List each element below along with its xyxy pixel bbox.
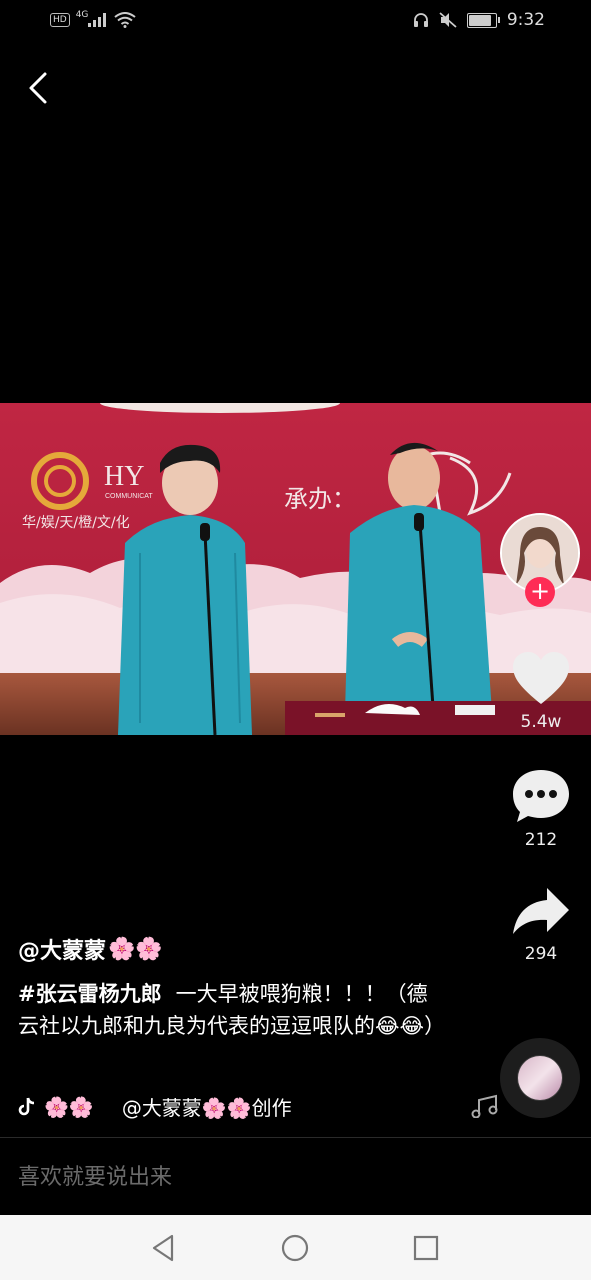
- share-icon: [513, 888, 569, 934]
- headphones-icon: [413, 13, 428, 27]
- comment-count: 212: [524, 830, 558, 850]
- signal-icon: [88, 13, 107, 27]
- hd-badge: HD: [50, 13, 70, 27]
- comment-button[interactable]: 212: [505, 768, 577, 850]
- music-prefix: 🌸🌸: [44, 1094, 94, 1119]
- back-button[interactable]: [20, 68, 60, 108]
- mute-icon: [439, 12, 457, 28]
- nav-back-icon[interactable]: [146, 1230, 182, 1266]
- share-button[interactable]: 294: [505, 884, 577, 964]
- like-button[interactable]: 5.4w: [505, 650, 577, 732]
- nav-home-icon[interactable]: [277, 1230, 313, 1266]
- music-disc-button[interactable]: [500, 1038, 580, 1118]
- comment-input[interactable]: [0, 1140, 591, 1214]
- hashtag-link[interactable]: #张云雷杨九郎: [18, 982, 162, 1006]
- author-flowers: 🌸🌸: [108, 936, 163, 962]
- heart-icon: [513, 652, 569, 704]
- music-title: @大蒙蒙🌸🌸创作: [121, 1096, 292, 1120]
- tiktok-icon: [18, 1097, 35, 1115]
- share-count: 294: [524, 944, 558, 964]
- status-right: 9:32: [413, 10, 545, 30]
- divider: [0, 1137, 591, 1138]
- nav-recents-icon[interactable]: [408, 1230, 444, 1266]
- music-note-icon: [471, 1094, 498, 1118]
- logo-text: HY: [104, 461, 144, 492]
- network-label: 4G: [75, 10, 89, 20]
- clock: 9:32: [506, 10, 545, 30]
- back-icon: [29, 72, 47, 104]
- wifi-icon: [114, 12, 137, 28]
- battery-icon: [466, 12, 500, 28]
- organizer-label: 承办：: [284, 485, 356, 513]
- music-disc-cover: [518, 1056, 562, 1100]
- status-bar: HD 4G 9:32: [0, 0, 591, 46]
- comment-icon: [513, 770, 569, 822]
- status-left: HD 4G: [50, 10, 137, 28]
- logo-subtext: COMMUNICAT: [105, 493, 153, 500]
- like-count: 5.4w: [520, 712, 562, 732]
- video-description: #张云雷杨九郎 一大早被喂狗粮！！！（德云社以九郎和九良为代表的逗逗哏队的😂😂）: [18, 978, 445, 1042]
- music-info[interactable]: 🌸🌸 @大蒙蒙🌸🌸创作: [16, 1092, 292, 1121]
- banner-text: 华/娱/天/橙/文/化: [22, 515, 130, 531]
- follow-button[interactable]: +: [525, 577, 555, 607]
- author-name-row[interactable]: @大蒙蒙 🌸🌸: [18, 933, 163, 965]
- author-name[interactable]: @大蒙蒙: [18, 933, 106, 965]
